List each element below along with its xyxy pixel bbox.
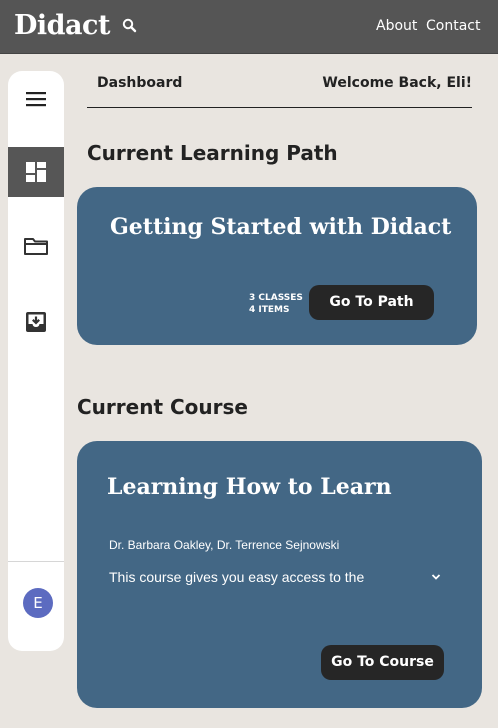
class-count: 3 CLASSES [249, 293, 303, 303]
avatar[interactable]: E [23, 588, 53, 618]
nav-contact-link[interactable]: Contact [426, 17, 480, 35]
search-icon[interactable] [121, 17, 139, 35]
nav-about-link[interactable]: About [376, 17, 417, 35]
archive-icon [26, 312, 46, 332]
learning-path-heading: Current Learning Path [87, 141, 338, 165]
sidebar-item-folder[interactable] [8, 221, 64, 271]
dashboard-icon [26, 162, 46, 182]
folder-icon [24, 238, 48, 255]
item-count: 4 ITEMS [249, 305, 290, 315]
course-description: This course gives you easy access to the [109, 569, 365, 585]
go-to-path-button[interactable]: Go To Path [309, 285, 434, 320]
welcome-message: Welcome Back, Eli! [322, 75, 472, 91]
course-authors: Dr. Barbara Oakley, Dr. Terrence Sejnows… [109, 538, 340, 552]
course-title: Learning How to Learn [107, 474, 392, 500]
header-divider [87, 107, 472, 108]
breadcrumb[interactable]: Dashboard [97, 75, 182, 91]
top-bar: Didact About Contact [0, 0, 498, 54]
current-course-card: Learning How to Learn Dr. Barbara Oakley… [77, 441, 482, 708]
sidebar-item-dashboard[interactable] [8, 147, 64, 197]
brand-logo[interactable]: Didact [14, 9, 110, 43]
chevron-down-icon[interactable] [429, 570, 443, 584]
sidebar-item-archive[interactable] [8, 297, 64, 347]
sidebar: E [8, 71, 64, 651]
sidebar-divider [8, 561, 64, 562]
go-to-course-button[interactable]: Go To Course [321, 645, 444, 680]
learning-path-card: Getting Started with Didact 3 CLASSES 4 … [77, 187, 477, 345]
sidebar-menu-button[interactable] [8, 74, 64, 124]
learning-path-meta: 3 CLASSES 4 ITEMS [249, 292, 303, 316]
current-course-heading: Current Course [77, 395, 248, 419]
learning-path-title: Getting Started with Didact [110, 214, 452, 240]
menu-icon [26, 92, 46, 107]
